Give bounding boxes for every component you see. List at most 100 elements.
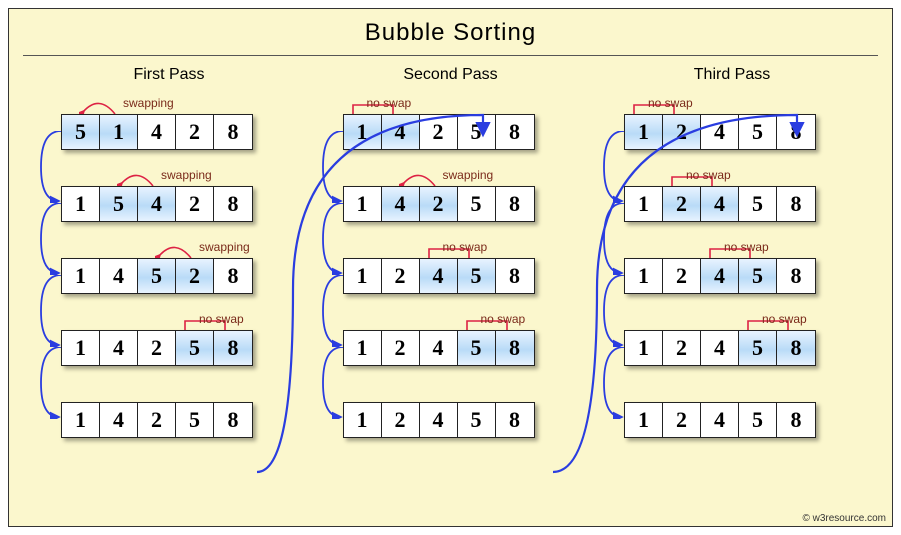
- cell: 4: [138, 187, 176, 221]
- cell: 8: [496, 259, 534, 293]
- array-row: 1 2 4 5 8: [343, 402, 535, 438]
- cell: 8: [777, 403, 815, 437]
- cell: 8: [214, 115, 252, 149]
- cell: 4: [701, 187, 739, 221]
- step-connector-icon: [39, 347, 61, 417]
- cell: 8: [777, 331, 815, 365]
- swap-label: swapping: [443, 168, 494, 182]
- step-connector-icon: [39, 275, 61, 345]
- swap-arrow-icon: [399, 172, 439, 186]
- noswap-label: no swap: [367, 96, 412, 110]
- cell: 8: [214, 187, 252, 221]
- cell: 8: [777, 259, 815, 293]
- cell: 4: [138, 115, 176, 149]
- pass-column-1: First Pass swapping 5 1 4 2 8: [39, 60, 299, 438]
- step: no swap 1 2 4 5 8: [343, 258, 581, 294]
- array-row: 1 4 5 2 8: [61, 258, 253, 294]
- step: 1 2 4 5 8: [343, 402, 581, 438]
- step-connector-icon: [321, 203, 343, 273]
- cell: 2: [176, 115, 214, 149]
- step-connector-icon: [321, 131, 343, 201]
- cell: 2: [663, 331, 701, 365]
- noswap-label: no swap: [199, 312, 244, 326]
- cell: 1: [62, 259, 100, 293]
- cell: 1: [62, 187, 100, 221]
- noswap-label: no swap: [724, 240, 769, 254]
- cell: 8: [496, 115, 534, 149]
- cell: 8: [777, 115, 815, 149]
- pass-column-2: Second Pass no swap 1 4 2 5 8 swapping 1: [321, 60, 581, 438]
- cell: 1: [62, 403, 100, 437]
- step: no swap 1 2 4 5 8: [343, 330, 581, 366]
- array-row: 1 2 4 5 8: [343, 330, 535, 366]
- swap-arrow-icon: [117, 172, 157, 186]
- cell: 4: [420, 331, 458, 365]
- cell: 4: [701, 259, 739, 293]
- noswap-label: no swap: [762, 312, 807, 326]
- page-title: Bubble Sorting: [9, 9, 892, 55]
- cell: 1: [100, 115, 138, 149]
- step-connector-icon: [602, 131, 624, 201]
- cell: 4: [100, 331, 138, 365]
- cell: 8: [214, 259, 252, 293]
- swap-label: swapping: [123, 96, 174, 110]
- array-row: 1 2 4 5 8: [624, 402, 816, 438]
- cell: 1: [344, 403, 382, 437]
- cell: 2: [663, 259, 701, 293]
- step: swapping 1 4 2 5 8: [343, 186, 581, 222]
- array-row: 1 4 2 5 8: [61, 402, 253, 438]
- pass-title: Third Pass: [602, 66, 862, 84]
- cell: 1: [625, 259, 663, 293]
- step: no swap 1 4 2 5 8: [61, 330, 299, 366]
- cell: 5: [739, 331, 777, 365]
- cell: 5: [100, 187, 138, 221]
- swap-label: swapping: [199, 240, 250, 254]
- cell: 8: [214, 331, 252, 365]
- cell: 8: [496, 403, 534, 437]
- cell: 5: [138, 259, 176, 293]
- cell: 2: [176, 259, 214, 293]
- cell: 4: [701, 115, 739, 149]
- cell: 1: [62, 331, 100, 365]
- cell: 5: [176, 331, 214, 365]
- cell: 4: [100, 259, 138, 293]
- cell: 5: [739, 259, 777, 293]
- array-row: 1 2 4 5 8: [343, 258, 535, 294]
- cell: 1: [625, 187, 663, 221]
- cell: 2: [382, 331, 420, 365]
- step: no swap 1 2 4 5 8: [624, 186, 862, 222]
- array-row: 1 2 4 5 8: [624, 258, 816, 294]
- pass-title: First Pass: [39, 66, 299, 84]
- cell: 5: [458, 259, 496, 293]
- cell: 2: [382, 259, 420, 293]
- cell: 5: [458, 403, 496, 437]
- step-connector-icon: [321, 347, 343, 417]
- noswap-label: no swap: [443, 240, 488, 254]
- cell: 2: [663, 403, 701, 437]
- pass-column-3: Third Pass no swap 1 2 4 5 8 no swap 1: [602, 60, 862, 438]
- copyright: © w3resource.com: [802, 513, 886, 524]
- array-row: 1 4 2 5 8: [343, 114, 535, 150]
- pass-title: Second Pass: [321, 66, 581, 84]
- cell: 4: [382, 187, 420, 221]
- step: no swap 1 2 4 5 8: [624, 330, 862, 366]
- cell: 2: [663, 187, 701, 221]
- array-row: 1 2 4 5 8: [624, 114, 816, 150]
- array-row: 1 2 4 5 8: [624, 330, 816, 366]
- cell: 1: [344, 115, 382, 149]
- step-connector-icon: [39, 131, 61, 201]
- cell: 8: [496, 331, 534, 365]
- step-connector-icon: [602, 347, 624, 417]
- step-connector-icon: [321, 275, 343, 345]
- cell: 4: [420, 403, 458, 437]
- cell: 2: [420, 115, 458, 149]
- cell: 1: [344, 187, 382, 221]
- cell: 1: [344, 331, 382, 365]
- array-row: 1 2 4 5 8: [624, 186, 816, 222]
- cell: 1: [625, 115, 663, 149]
- step: no swap 1 2 4 5 8: [624, 258, 862, 294]
- cell: 2: [663, 115, 701, 149]
- cell: 5: [176, 403, 214, 437]
- step-connector-icon: [602, 203, 624, 273]
- cell: 5: [739, 115, 777, 149]
